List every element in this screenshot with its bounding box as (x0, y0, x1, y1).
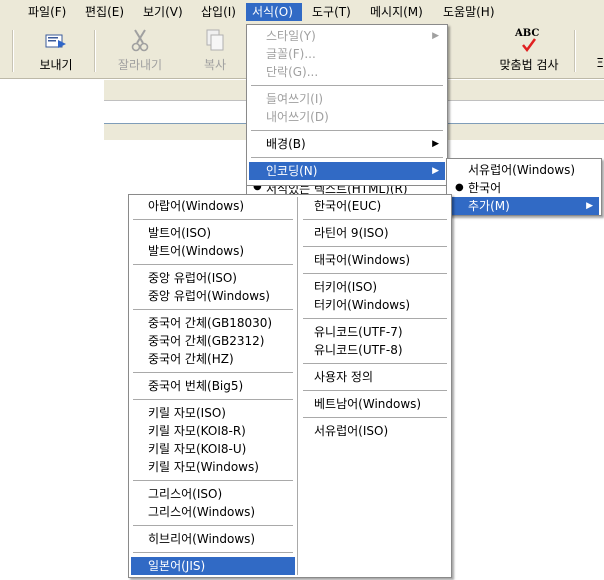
menu-item-encoding-option[interactable]: 히브리어(Windows) (131, 530, 295, 548)
menu-separator (133, 480, 293, 481)
menu-item-encoding-option[interactable]: 베트남어(Windows) (301, 395, 449, 413)
menu-separator (303, 246, 447, 247)
copy-icon (190, 26, 240, 52)
menu-item-encoding-option[interactable]: 키릴 자모(KOI8-R) (131, 422, 295, 440)
menu-item-western-european-windows[interactable]: 서유럽어(Windows) (449, 161, 599, 179)
menu-view[interactable]: 보기(V) (137, 3, 189, 21)
toolbar-separator (574, 30, 576, 72)
overflow-label: Ξ (596, 56, 604, 70)
submenu-arrow-icon: ▶ (432, 31, 439, 41)
korean-label: 한국어 (468, 181, 502, 195)
menu-separator (303, 390, 447, 391)
menu-separator (133, 552, 293, 553)
menu-item-encoding-option[interactable]: 그리스어(Windows) (131, 503, 295, 521)
menu-item-encoding-option[interactable]: 중국어 간체(GB2312) (131, 332, 295, 350)
toolbar-grip (12, 30, 14, 72)
menu-item-encoding-option[interactable]: 터키어(Windows) (301, 296, 449, 314)
menu-item-encoding-option[interactable]: 라틴어 9(ISO) (301, 224, 449, 242)
submenu-arrow-icon: ▶ (586, 201, 593, 211)
menu-separator (133, 525, 293, 526)
menu-item-background[interactable]: 배경(B) ▶ (249, 135, 445, 153)
menu-item-encoding-option[interactable]: 그리스어(ISO) (131, 485, 295, 503)
menu-separator (133, 372, 293, 373)
menu-item-encoding-option[interactable]: 유니코드(UTF-8) (301, 341, 449, 359)
menu-item-encoding-option[interactable]: 아랍어(Windows) (131, 197, 295, 215)
toolbar-separator (94, 30, 96, 72)
menu-item-font[interactable]: 글꼴(F)... (249, 45, 445, 63)
cut-label: 잘라내기 (117, 58, 163, 72)
menu-item-style[interactable]: 스타일(Y) ▶ (249, 27, 445, 45)
menu-separator (303, 219, 447, 220)
menu-item-encoding-option[interactable]: 서유럽어(ISO) (301, 422, 449, 440)
menu-tools[interactable]: 도구(T) (306, 3, 357, 21)
menu-item-encoding-option[interactable]: 키릴 자모(KOI8-U) (131, 440, 295, 458)
send-label: 보내기 (39, 58, 73, 72)
menu-item-encoding-option[interactable]: 중국어 간체(HZ) (131, 350, 295, 368)
menu-separator (133, 309, 293, 310)
menu-item-encoding-option[interactable]: 발트어(ISO) (131, 224, 295, 242)
bullet-icon: ● (253, 186, 262, 192)
more-label: 추가(M) (468, 199, 510, 213)
menu-item-paragraph[interactable]: 단락(G)... (249, 63, 445, 81)
submenu-arrow-icon: ▶ (432, 139, 439, 149)
menu-item-encoding-option[interactable]: 중국어 간체(GB18030) (131, 314, 295, 332)
send-icon (28, 26, 84, 52)
menu-item-encoding-option[interactable]: 한국어(EUC) (301, 197, 449, 215)
menu-help[interactable]: 도움말(H) (437, 3, 501, 21)
encoding-label: 인코딩(N) (266, 164, 318, 178)
copy-button[interactable]: 복사 (190, 26, 240, 76)
menu-separator (251, 85, 443, 86)
menu-separator (133, 219, 293, 220)
cut-button[interactable]: 잘라내기 (110, 26, 170, 76)
menu-separator (133, 399, 293, 400)
column-divider (297, 197, 298, 575)
menu-separator (303, 318, 447, 319)
spell-check-label: 맞춤법 검사 (499, 58, 559, 72)
menu-separator (251, 157, 443, 158)
toolbar-overflow-button[interactable]: Ξ (590, 26, 604, 76)
menu-separator (251, 130, 443, 131)
menu-item-encoding-option[interactable]: 터키어(ISO) (301, 278, 449, 296)
menu-edit[interactable]: 편집(E) (79, 3, 130, 21)
scissors-icon (110, 26, 170, 52)
menu-separator (303, 417, 447, 418)
send-button[interactable]: 보내기 (28, 26, 84, 76)
menu-separator (133, 264, 293, 265)
menu-item-encoding-option[interactable]: 키릴 자모(Windows) (131, 458, 295, 476)
copy-label: 복사 (203, 58, 227, 72)
menu-separator (303, 363, 447, 364)
menu-item-encoding-option[interactable]: 중앙 유럽어(Windows) (131, 287, 295, 305)
menu-item-encoding-option[interactable]: 발트어(Windows) (131, 242, 295, 260)
spell-check-icon: ABC (492, 26, 566, 53)
menu-file[interactable]: 파일(F) (22, 3, 72, 21)
submenu-arrow-icon: ▶ (432, 166, 439, 176)
menu-message[interactable]: 메시지(M) (364, 3, 429, 21)
menu-item-increase-indent[interactable]: 들여쓰기(I) (249, 90, 445, 108)
menu-item-more[interactable]: 추가(M) ▶ (449, 197, 599, 215)
menu-item-encoding-option[interactable]: 유니코드(UTF-7) (301, 323, 449, 341)
format-menu: 스타일(Y) ▶ 글꼴(F)... 단락(G)... 들여쓰기(I) 내어쓰기(D… (246, 24, 448, 186)
spell-check-button[interactable]: ABC 맞춤법 검사 (492, 26, 566, 76)
encoding-menu: 서유럽어(Windows) ● 한국어 추가(M) ▶ (446, 158, 602, 216)
menu-item-encoding-option[interactable]: 태국어(Windows) (301, 251, 449, 269)
menu-item-korean[interactable]: ● 한국어 (449, 179, 599, 197)
more-encodings-menu: 아랍어(Windows) 발트어(ISO) 발트어(Windows) 중앙 유럽어(I… (128, 194, 452, 578)
menu-item-decrease-indent[interactable]: 내어쓰기(D) (249, 108, 445, 126)
menu-format[interactable]: 서식(O) (246, 3, 302, 21)
menu-item-encoding-option[interactable]: 일본어(JIS) (131, 557, 295, 575)
menu-item-encoding-option[interactable]: 중국어 번체(Big5) (131, 377, 295, 395)
menu-item-encoding-option[interactable]: 중앙 유럽어(ISO) (131, 269, 295, 287)
menu-item-encoding-option[interactable]: 키릴 자모(ISO) (131, 404, 295, 422)
menu-separator (303, 273, 447, 274)
menu-bar: 파일(F) 편집(E) 보기(V) 삽입(I) 서식(O) 도구(T) 메시지(… (0, 0, 604, 25)
background-label: 배경(B) (266, 137, 306, 151)
menu-item-encoding[interactable]: 인코딩(N) ▶ (249, 162, 445, 180)
style-label: 스타일(Y) (266, 29, 316, 43)
menu-item-encoding-option[interactable]: 사용자 정의 (301, 368, 449, 386)
radio-bullet-icon: ● (455, 182, 464, 193)
menu-insert[interactable]: 삽입(I) (195, 3, 242, 21)
